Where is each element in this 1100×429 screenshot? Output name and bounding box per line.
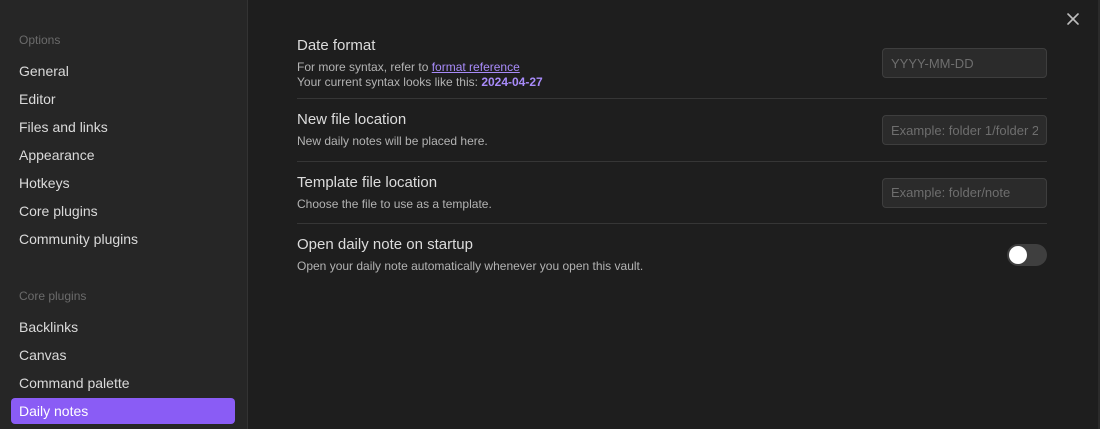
sidebar-section-options: Options: [19, 33, 61, 47]
setting-date-format: Date format For more syntax, refer to fo…: [297, 26, 1047, 99]
toggle-knob: [1009, 246, 1027, 264]
settings-content: Date format For more syntax, refer to fo…: [248, 0, 1100, 429]
settings-window: Options General Editor Files and links A…: [0, 0, 1100, 429]
setting-info: Open daily note on startup Open your dai…: [297, 236, 643, 274]
setting-new-file-location: New file location New daily notes will b…: [297, 99, 1047, 162]
description-text: For more syntax, refer to: [297, 59, 432, 74]
setting-description: Open your daily note automatically whene…: [297, 259, 644, 273]
setting-open-on-startup: Open daily note on startup Open your dai…: [297, 224, 1047, 286]
sidebar-item-backlinks[interactable]: Backlinks: [11, 314, 235, 340]
setting-info: Date format For more syntax, refer to fo…: [297, 37, 543, 90]
template-file-location-input[interactable]: [882, 177, 1047, 208]
setting-info: Template file location Choose the file t…: [297, 174, 492, 212]
setting-info: New file location New daily notes will b…: [297, 111, 488, 149]
settings-sidebar: Options General Editor Files and links A…: [0, 0, 248, 429]
new-file-location-input[interactable]: [882, 115, 1047, 145]
sidebar-item-hotkeys[interactable]: Hotkeys: [11, 170, 235, 196]
sidebar-item-community-plugins[interactable]: Community plugins: [11, 226, 235, 252]
setting-description: New daily notes will be placed here.: [297, 134, 488, 148]
setting-name: Date format: [297, 36, 376, 54]
sidebar-item-daily-notes[interactable]: Daily notes: [11, 398, 235, 424]
sidebar-options-list: General Editor Files and links Appearanc…: [0, 58, 247, 252]
setting-name: Open daily note on startup: [297, 236, 473, 253]
setting-name: Template file location: [297, 173, 438, 191]
format-reference-link[interactable]: format reference: [432, 60, 520, 74]
close-button[interactable]: [1062, 8, 1084, 30]
date-format-input[interactable]: [882, 48, 1047, 78]
sidebar-item-core-plugins[interactable]: Core plugins: [11, 198, 235, 224]
setting-description: For more syntax, refer to format referen…: [297, 60, 543, 90]
sidebar-item-editor[interactable]: Editor: [11, 86, 235, 112]
sidebar-item-appearance[interactable]: Appearance: [11, 142, 235, 168]
sidebar-item-canvas[interactable]: Canvas: [11, 342, 235, 368]
setting-description: Choose the file to use as a template.: [297, 196, 492, 211]
sidebar-section-core-plugins: Core plugins: [19, 289, 87, 303]
close-icon: [1067, 13, 1079, 25]
sidebar-item-files-and-links[interactable]: Files and links: [11, 114, 235, 140]
setting-name: New file location: [297, 111, 407, 128]
description-text: Your current syntax looks like this:: [297, 74, 482, 89]
syntax-sample: 2024-04-27: [481, 74, 543, 89]
sidebar-core-plugins-list: Backlinks Canvas Command palette Daily n…: [0, 314, 247, 424]
open-on-startup-toggle[interactable]: [1007, 244, 1047, 266]
sidebar-item-general[interactable]: General: [11, 58, 235, 84]
setting-template-file-location: Template file location Choose the file t…: [297, 162, 1047, 224]
sidebar-item-command-palette[interactable]: Command palette: [11, 370, 235, 396]
